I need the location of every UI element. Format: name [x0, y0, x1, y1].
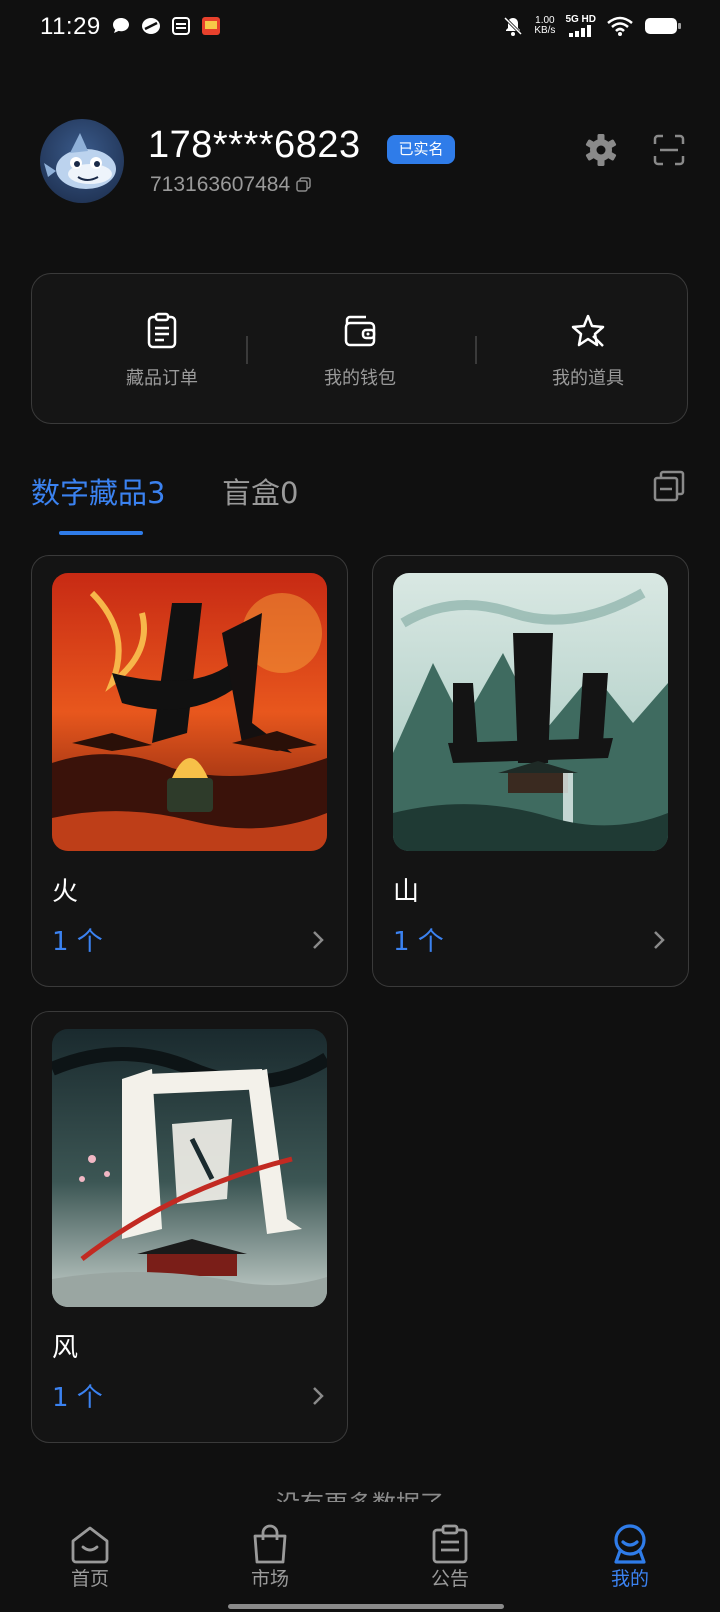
shopping-bag-icon — [253, 1524, 287, 1564]
wind-artwork-image — [52, 1029, 327, 1307]
star-tool-icon — [571, 314, 605, 347]
collection-title: 火 — [52, 877, 79, 907]
verified-badge: 已实名 — [387, 135, 455, 164]
tab-blind-box[interactable]: 盲盒0 — [222, 470, 298, 512]
wallet-menu-item[interactable]: 我的钱包 — [260, 274, 460, 425]
divider — [475, 336, 477, 364]
settings-gear-icon[interactable] — [584, 133, 618, 167]
nav-home[interactable]: 首页 — [30, 1522, 150, 1591]
collection-card-fire[interactable]: 火 1 个 — [31, 555, 348, 987]
divider — [246, 336, 248, 364]
collection-count: 1 个 — [393, 927, 444, 957]
status-right-icons: 1.00 KB/s 5G HD — [502, 14, 682, 37]
chevron-right-icon — [313, 1387, 324, 1405]
collection-count: 1 个 — [52, 1383, 103, 1413]
net-speed: 1.00 KB/s — [534, 14, 556, 36]
avatar[interactable] — [40, 119, 124, 203]
collection-title: 山 — [393, 877, 420, 907]
fire-artwork-image — [52, 573, 327, 851]
battery-icon — [645, 17, 681, 34]
notification-app-icon — [202, 17, 220, 35]
announcement-icon — [432, 1524, 468, 1564]
nav-profile-label: 我的 — [610, 1568, 649, 1590]
mountain-artwork-image — [393, 573, 668, 851]
quick-menu: 藏品订单 我的钱包 我的道具 — [31, 273, 688, 424]
no-more-data-text: 没有更多数据了 — [0, 1484, 720, 1502]
signal-group: 5G HD — [565, 14, 596, 37]
home-indicator — [228, 1604, 504, 1609]
collection-card-mountain[interactable]: 山 1 个 — [372, 555, 689, 987]
chevron-right-icon — [654, 931, 665, 949]
tools-menu-item[interactable]: 我的道具 — [488, 274, 688, 425]
nav-announcements[interactable]: 公告 — [390, 1522, 510, 1591]
chevron-right-icon — [313, 931, 324, 949]
collection-count: 1 个 — [52, 927, 103, 957]
collection-title: 风 — [52, 1333, 79, 1363]
wifi-icon — [607, 16, 633, 36]
chat-bubble-icon — [113, 18, 129, 33]
nav-market-label: 市场 — [250, 1568, 289, 1590]
user-id-row[interactable]: 713163607484 — [150, 173, 312, 197]
tab-digital-collections[interactable]: 数字藏品3 — [31, 470, 165, 512]
orders-menu-item[interactable]: 藏品订单 — [62, 274, 262, 425]
tab-indicator — [59, 531, 143, 535]
profile-icon — [614, 1524, 646, 1564]
shark-avatar-icon — [44, 133, 116, 189]
orders-label: 藏品订单 — [126, 368, 198, 389]
collection-card-wind[interactable]: 风 1 个 — [31, 1011, 348, 1443]
order-list-icon — [147, 312, 177, 349]
nav-profile[interactable]: 我的 — [570, 1522, 690, 1591]
username: 178****6823 — [148, 124, 361, 166]
tools-label: 我的道具 — [552, 368, 624, 389]
network-type: 5G HD — [565, 14, 596, 25]
user-id: 713163607484 — [150, 173, 291, 196]
signal-icon — [568, 25, 591, 37]
wallet-label: 我的钱包 — [324, 368, 396, 389]
scan-icon[interactable] — [652, 133, 686, 167]
status-bar: 11:29 1.00 KB/s 5G HD — [0, 0, 720, 56]
bottom-nav: 首页 市场 公告 我的 — [0, 1502, 720, 1612]
wallet-icon — [344, 315, 376, 347]
nav-market[interactable]: 市场 — [210, 1522, 330, 1591]
status-time: 11:29 — [40, 13, 101, 40]
nav-announcements-label: 公告 — [430, 1568, 469, 1590]
status-left-icons — [110, 15, 222, 37]
app-icon — [142, 18, 160, 34]
copy-icon[interactable] — [296, 177, 312, 193]
home-icon — [71, 1526, 109, 1564]
sim-icon — [172, 17, 190, 35]
layout-toggle-icon[interactable] — [652, 469, 686, 503]
nav-home-label: 首页 — [70, 1568, 109, 1590]
mute-icon — [504, 16, 523, 36]
